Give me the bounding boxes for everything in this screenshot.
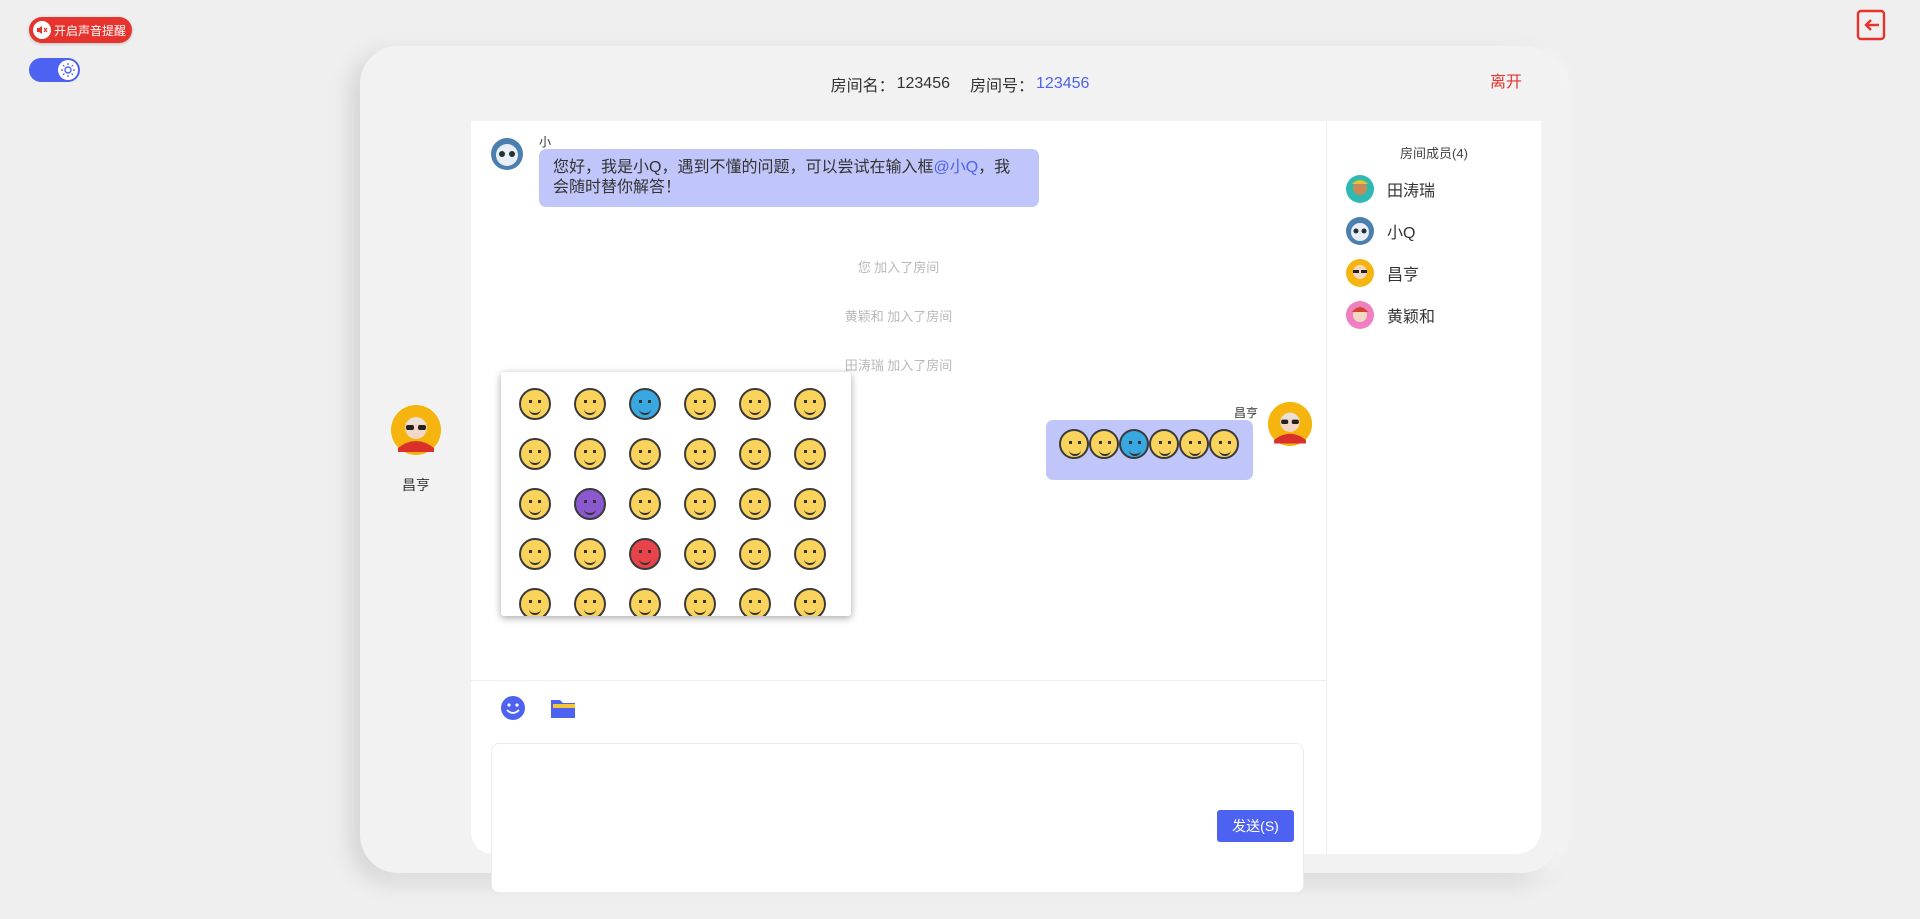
avatar [1346, 259, 1374, 287]
emoji-neutral-icon [1179, 429, 1209, 459]
system-message: 黄颖和 加入了房间 [844, 309, 953, 324]
sound-reminder-label: 开启声音提醒 [54, 23, 127, 38]
bot-avatar [491, 138, 523, 170]
speaker-muted-icon [33, 21, 51, 39]
message-text: 您好，我是小Q，遇到不懂的问题，可以尝试在输入框 [553, 159, 934, 176]
emoji-option-icon[interactable] [739, 488, 771, 520]
emoji-option-icon[interactable] [629, 588, 661, 616]
emoji-smirk-icon [1149, 429, 1179, 459]
emoji-message-bubble [1046, 420, 1253, 480]
current-user-panel: 昌亨 [390, 404, 442, 495]
emoji-option-icon[interactable] [739, 438, 771, 470]
folder-icon[interactable] [549, 695, 577, 723]
avatar [1346, 301, 1374, 329]
members-panel: 房间成员(4) 田涛瑞 小Q 昌亨 黄颖和 [1326, 121, 1541, 854]
member-item[interactable]: 黄颖和 [1345, 294, 1541, 336]
member-item[interactable]: 昌亨 [1345, 252, 1541, 294]
emoji-option-icon[interactable] [574, 538, 606, 570]
avatar [1267, 401, 1313, 447]
room-id-value: 123456 [1036, 74, 1090, 92]
emoji-option-icon[interactable] [519, 588, 551, 616]
emoji-option-icon[interactable] [684, 438, 716, 470]
emoji-smile-icon [1209, 429, 1239, 459]
emoji-option-icon[interactable] [574, 588, 606, 616]
emoji-option-icon[interactable] [794, 538, 826, 570]
theme-toggle[interactable] [29, 58, 80, 82]
message-sender: 昌亨 [1233, 406, 1258, 420]
emoji-option-icon[interactable] [629, 538, 661, 570]
member-name: 田涛瑞 [1387, 183, 1436, 200]
emoji-option-icon[interactable] [574, 388, 606, 420]
mention-link[interactable]: @小Q [933, 159, 978, 176]
emoji-picker [501, 372, 851, 616]
emoji-grid [519, 388, 826, 616]
room-header: 房间名： 123456 房间号： 123456 [360, 46, 1560, 121]
emoji-option-icon[interactable] [739, 388, 771, 420]
emoji-option-icon[interactable] [629, 438, 661, 470]
smiley-icon[interactable] [500, 695, 528, 723]
member-name: 昌亨 [1387, 267, 1420, 284]
emoji-option-icon[interactable] [684, 388, 716, 420]
member-item[interactable]: 小Q [1345, 210, 1541, 252]
sound-reminder-button[interactable]: 开启声音提醒 [29, 17, 133, 43]
emoji-option-icon[interactable] [629, 388, 661, 420]
emoji-option-icon[interactable] [684, 588, 716, 616]
bot-avatar [1346, 217, 1374, 245]
leave-button[interactable]: 离开 [1490, 68, 1522, 92]
members-title: 房间成员(4) [1400, 146, 1468, 161]
room-id-label: 房间号： [970, 77, 1035, 95]
member-item[interactable]: 田涛瑞 [1345, 168, 1541, 210]
emoji-grin-sweat-icon [1089, 429, 1119, 459]
emoji-option-icon[interactable] [794, 488, 826, 520]
system-message: 您 加入了房间 [857, 260, 940, 275]
member-name: 黄颖和 [1387, 309, 1436, 326]
emoji-option-icon[interactable] [519, 538, 551, 570]
message-input[interactable] [491, 743, 1304, 893]
emoji-option-icon[interactable] [794, 588, 826, 616]
emoji-option-icon[interactable] [574, 438, 606, 470]
emoji-zipper-icon [1059, 429, 1089, 459]
sun-icon [58, 60, 78, 80]
emoji-option-icon[interactable] [684, 538, 716, 570]
emoji-option-icon[interactable] [684, 488, 716, 520]
current-user-name: 昌亨 [402, 477, 430, 493]
emoji-option-icon[interactable] [629, 488, 661, 520]
emoji-option-icon[interactable] [519, 488, 551, 520]
exit-icon[interactable] [1855, 9, 1887, 41]
emoji-option-icon[interactable] [519, 438, 551, 470]
room-name-value: 123456 [896, 74, 950, 92]
avatar [391, 405, 441, 455]
emoji-option-icon[interactable] [794, 388, 826, 420]
emoji-cold-icon [1119, 429, 1149, 459]
message-bubble: 您好，我是小Q，遇到不懂的问题，可以尝试在输入框@小Q，我会随时替你解答！ [539, 149, 1039, 207]
emoji-option-icon[interactable] [794, 438, 826, 470]
member-name: 小Q [1387, 225, 1416, 242]
composer-divider [471, 680, 1326, 681]
emoji-option-icon[interactable] [739, 588, 771, 616]
emoji-option-icon[interactable] [574, 488, 606, 520]
avatar [1346, 175, 1374, 203]
send-button[interactable]: 发送(S) [1217, 810, 1294, 842]
emoji-option-icon[interactable] [519, 388, 551, 420]
room-name-label: 房间名： [830, 77, 895, 95]
emoji-option-icon[interactable] [739, 538, 771, 570]
